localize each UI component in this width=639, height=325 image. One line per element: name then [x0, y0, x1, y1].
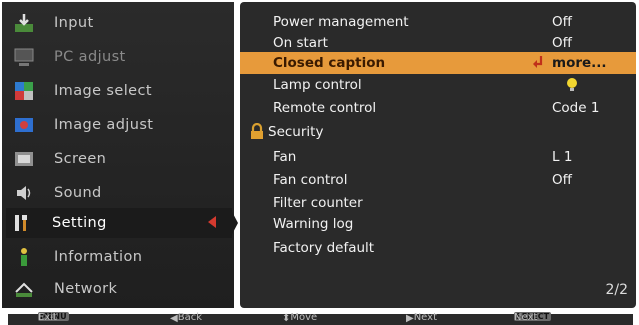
lock-icon — [250, 122, 264, 144]
sidebar-item-setting[interactable]: Setting — [6, 208, 238, 238]
menu-row-label: Security — [268, 124, 324, 140]
input-icon — [12, 11, 36, 35]
sidebar-item-label: PC adjust — [54, 49, 126, 65]
menu-row-label: Filter counter — [273, 195, 363, 211]
network-icon — [12, 277, 36, 301]
menu-row-value: L 1 — [552, 149, 573, 165]
menu-row-closed-caption[interactable]: Closed caption more... — [240, 52, 636, 74]
menu-row-fan[interactable]: Fan L 1 — [240, 146, 636, 168]
sidebar-item-sound[interactable]: Sound — [8, 178, 230, 208]
sidebar-item-label: Input — [54, 15, 94, 31]
menu-row-value: Off — [552, 14, 572, 30]
sidebar-item-image-adjust[interactable]: Image adjust — [8, 110, 230, 140]
bulb-icon — [566, 77, 578, 97]
help-back-label: Back — [177, 312, 202, 323]
menu-row-remote-control[interactable]: Remote control Code 1 — [240, 97, 636, 119]
menu-row-value: Code 1 — [552, 100, 600, 116]
help-next: ▶ Next — [406, 312, 437, 324]
info-person-icon — [12, 245, 36, 269]
screen-icon — [12, 147, 36, 171]
help-next-label: Next — [413, 312, 437, 323]
sidebar-item-label: Image select — [54, 83, 152, 99]
image-select-icon — [12, 79, 36, 103]
sidebar-item-information[interactable]: Information — [8, 242, 230, 272]
sidebar-item-network[interactable]: Network — [8, 274, 230, 304]
sidebar-item-label: Setting — [52, 215, 107, 231]
projector-menu-screen: Input PC adjust Image select Image adjus… — [0, 0, 639, 325]
help-select-next-label: Next — [514, 312, 538, 323]
help-move-label: Move — [290, 312, 318, 323]
image-adjust-icon — [12, 113, 36, 137]
menu-row-value: more... — [552, 55, 607, 71]
sidebar-item-screen[interactable]: Screen — [8, 144, 230, 174]
sidebar-item-label: Screen — [54, 151, 107, 167]
menu-row-fan-control[interactable]: Fan control Off — [240, 169, 636, 191]
sidebar-item-label: Image adjust — [54, 117, 154, 133]
menu-row-power-management[interactable]: Power management Off — [240, 11, 636, 33]
sidebar-item-pc-adjust[interactable]: PC adjust — [8, 42, 230, 72]
menu-row-label: Closed caption — [273, 55, 386, 71]
menu-row-warning-log[interactable]: Warning log — [240, 213, 636, 235]
sidebar-item-input[interactable]: Input — [8, 8, 230, 38]
selection-arrow-icon — [208, 216, 216, 228]
menu-row-label: Power management — [273, 14, 409, 30]
menu-sidebar: Input PC adjust Image select Image adjus… — [2, 2, 238, 308]
menu-row-label: Warning log — [273, 216, 354, 232]
setting-menu-panel: Power management Off On start Off Closed… — [240, 2, 636, 308]
sidebar-item-image-select[interactable]: Image select — [8, 76, 230, 106]
menu-row-label: Remote control — [273, 100, 377, 116]
menu-row-factory-default[interactable]: Factory default — [240, 237, 636, 259]
menu-row-value: Off — [552, 35, 572, 51]
menu-row-label: Factory default — [273, 240, 375, 256]
menu-row-value: Off — [552, 172, 572, 188]
help-move: ⬍ Move — [282, 312, 318, 324]
page-indicator: 2/2 — [605, 282, 628, 298]
help-bar: MENU Exit ◀ Back ⬍ Move ▶ Next SELECT Next — [8, 312, 633, 325]
menu-row-label: On start — [273, 35, 328, 51]
monitor-icon — [12, 45, 36, 69]
sidebar-item-label: Information — [54, 249, 143, 265]
menu-row-lamp-control[interactable]: Lamp control — [240, 74, 636, 96]
menu-row-filter-counter[interactable]: Filter counter — [240, 192, 636, 214]
sidebar-item-label: Sound — [54, 185, 102, 201]
enter-arrow-icon — [532, 55, 544, 73]
speaker-icon — [12, 181, 36, 205]
menu-row-on-start[interactable]: On start Off — [240, 32, 636, 54]
menu-row-security[interactable]: Security — [240, 121, 636, 143]
sidebar-item-label: Network — [54, 281, 118, 297]
menu-row-label: Fan control — [273, 172, 348, 188]
menu-row-label: Fan — [273, 149, 297, 165]
help-back: ◀ Back — [170, 312, 202, 324]
help-exit-label: Exit — [38, 312, 57, 323]
wrench-icon — [10, 211, 34, 235]
menu-row-label: Lamp control — [273, 77, 362, 93]
